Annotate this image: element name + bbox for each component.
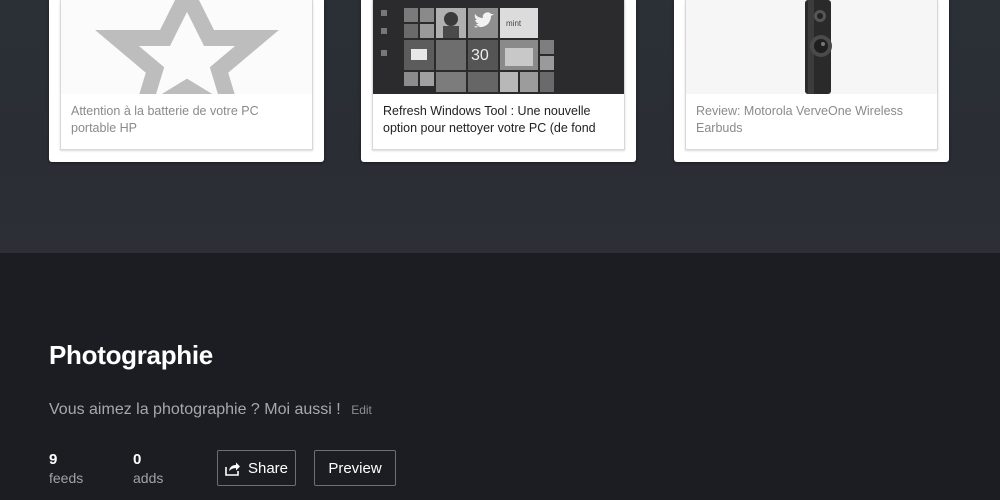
collection-description-row: Vous aimez la photographie ? Moi aussi !… xyxy=(49,401,372,419)
feeds-count: 9 xyxy=(49,451,58,468)
article-card[interactable]: Attention à la batterie de votre PC port… xyxy=(49,0,324,162)
earbuds-image[interactable] xyxy=(686,0,937,94)
adds-count: 0 xyxy=(133,451,142,468)
share-icon xyxy=(225,462,240,476)
preview-label: Preview xyxy=(328,459,382,477)
article-title[interactable]: Attention à la batterie de votre PC port… xyxy=(71,103,303,137)
preview-button[interactable]: Preview xyxy=(314,450,396,486)
feeds-label: feeds xyxy=(49,470,84,486)
collection-title: Photographie xyxy=(49,340,213,370)
feeds-stat: 9 feeds xyxy=(49,451,83,487)
article-card-inner[interactable]: mint 30 Refresh Windows Tool: Une nouve… xyxy=(372,0,625,150)
article-card-inner[interactable]: Attention à la batterie de votre PC port… xyxy=(60,0,313,150)
share-button[interactable]: Share xyxy=(217,450,296,486)
article-title[interactable]: Review: Motorola VerveOne Wireless Earbu… xyxy=(696,103,928,137)
articles-section: Attention à la batterie de votre PC port… xyxy=(0,0,1000,253)
article-card[interactable]: mint 30 Refresh Windows Tool: Une nouve… xyxy=(361,0,636,162)
article-title[interactable]: Refresh Windows Tool : Une nouvelle opti… xyxy=(383,103,615,137)
article-card-inner[interactable]: Review: Motorola VerveOne Wireless Earbu… xyxy=(685,0,938,150)
adds-label: adds xyxy=(133,470,164,486)
collection-description: Vous aimez la photographie ? Moi aussi ! xyxy=(49,401,341,418)
brand-tile-text: mint xyxy=(506,19,522,28)
article-card[interactable]: Review: Motorola VerveOne Wireless Earbu… xyxy=(674,0,949,162)
windows-tiles-image[interactable]: mint 30 xyxy=(373,0,624,94)
edit-link[interactable]: Edit xyxy=(351,403,372,417)
star-icon[interactable] xyxy=(61,0,312,94)
share-label: Share xyxy=(247,459,289,477)
adds-stat: 0 adds xyxy=(133,451,163,487)
date-tile-text: 30 xyxy=(471,47,489,64)
